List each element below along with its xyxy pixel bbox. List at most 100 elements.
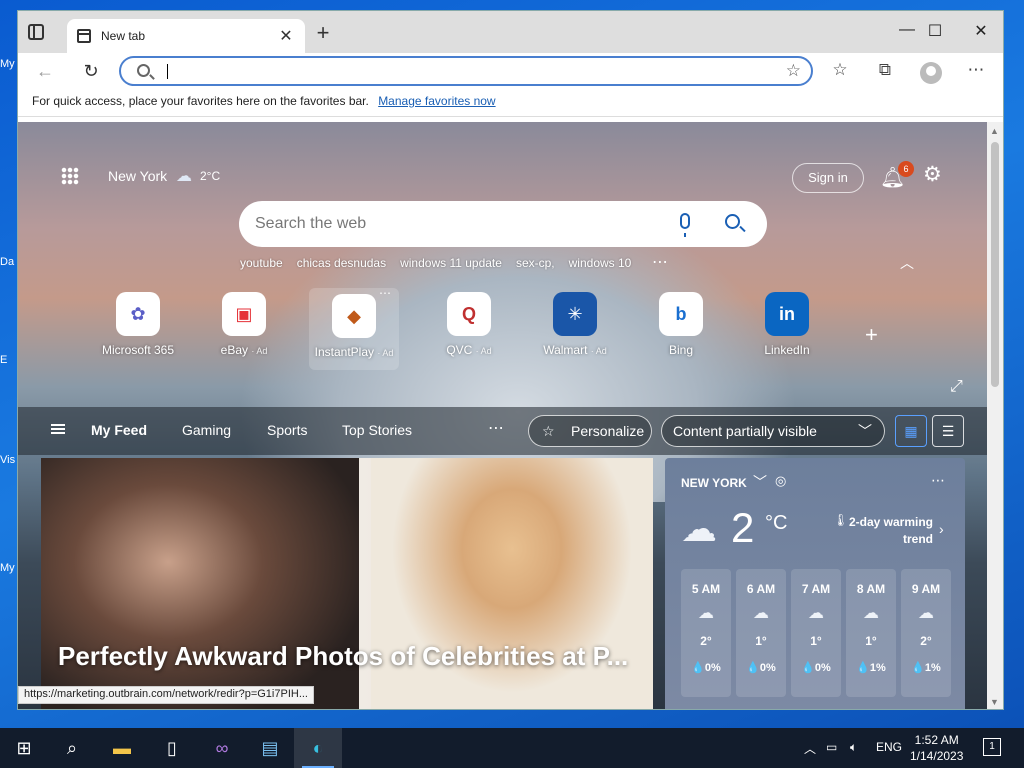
article-headline[interactable]: Perfectly Awkward Photos of Celebrities … [58,638,638,674]
weather-trend[interactable]: 2-day warming trend [833,514,933,548]
language-indicator[interactable]: ENG [876,740,902,754]
featured-article-card[interactable]: Perfectly Awkward Photos of Celebrities … [41,458,653,709]
favorites-bar-hint: For quick access, place your favorites h… [32,94,369,108]
more-icon[interactable]: ⋯ [931,472,945,489]
trending-item[interactable]: chicas desnudas [297,256,386,270]
address-bar[interactable]: ☆ [119,56,813,86]
new-tab-page: New York ☁ 2°C Sign in 🔔︎ 6 ⚙ Search the… [18,122,988,709]
quick-link-walmart[interactable]: ✳ Walmart · Ad [530,292,620,357]
maximize-button[interactable]: ☐ [912,21,958,41]
collections-icon[interactable]: ⧉ [873,60,897,80]
page-scrollbar[interactable]: ▲ ▼ [987,122,1003,709]
chevron-up-icon[interactable]: ︿ [900,253,914,273]
weather-unit: °C [765,512,788,534]
trending-item[interactable]: windows 10 [569,256,632,270]
desktop-label[interactable]: Da [0,256,18,268]
profile-avatar[interactable] [920,62,942,84]
tab-sports[interactable]: Sports [267,422,307,438]
chevron-right-icon[interactable]: › [939,521,944,537]
hourly-item[interactable]: 8 AM ☁ 1° 💧1% [846,569,896,697]
expand-icon[interactable]: ⤢ [950,378,963,396]
hour-time: 9 AM [911,582,941,596]
content-visibility-dropdown[interactable]: Content partially visible ﹀ [661,415,885,447]
desktop-label[interactable]: My [0,562,18,574]
tab-top-stories[interactable]: Top Stories [342,422,412,438]
desktop-label[interactable]: Vis [0,454,18,466]
weather-city[interactable]: NEW YORK [681,476,747,490]
tab-gaming[interactable]: Gaming [182,422,231,438]
favorites-icon[interactable]: ☆ [828,60,852,80]
notepad-icon[interactable]: ▯ [148,728,196,768]
search-icon[interactable]: ⌕ [48,728,96,768]
tab-my-feed[interactable]: My Feed [91,422,147,438]
sign-in-button[interactable]: Sign in [792,163,864,193]
tab-actions-icon[interactable] [28,24,44,40]
add-favorite-icon[interactable]: ☆ [786,61,801,81]
quick-link-instantplay[interactable]: ⋯ ◆ InstantPlay · Ad [309,286,399,370]
personalize-button[interactable]: ☆ Personalize [528,415,652,447]
search-input[interactable]: Search the web [255,215,366,233]
control-panel-icon[interactable]: ▤ [246,728,294,768]
more-icon[interactable]: ⋯ [652,252,668,272]
more-icon[interactable]: ⋯ [379,286,391,300]
trending-item[interactable]: youtube [240,256,283,270]
trending-item[interactable]: windows 11 update [400,256,502,270]
header-temperature[interactable]: 2°C [200,169,220,183]
file-explorer-icon[interactable]: ▬ [98,728,146,768]
scroll-down-icon[interactable]: ▼ [990,697,999,707]
hourly-forecast: 5 AM ☁ 2° 💧0% 6 AM ☁ 1° 💧0% 7 AM ☁ 1° 💧0… [681,569,951,697]
hour-time: 7 AM [801,582,831,596]
quick-link-linkedin[interactable]: in LinkedIn [742,292,832,357]
hourly-item[interactable]: 5 AM ☁ 2° 💧0% [681,569,731,697]
edge-browser-icon[interactable]: ◐ [294,728,342,768]
ad-label: · Ad [377,348,394,358]
weather-card[interactable]: NEW YORK ﹀ ◎ ⋯ ☁ 2 °C 🌡︎ 2-day warming t… [665,458,965,709]
settings-more-icon[interactable]: ⋯ [964,60,988,80]
visual-studio-icon[interactable]: ∞ [198,728,246,768]
scrollbar-thumb[interactable] [991,142,999,387]
quick-link-ebay[interactable]: ▣ eBay · Ad [199,292,289,357]
weather-location[interactable]: New York [108,168,167,184]
manage-favorites-link[interactable]: Manage favorites now [378,94,495,108]
trending-item[interactable]: sex-cp, [516,256,555,270]
app-launcher-icon[interactable] [61,167,79,185]
quick-link-microsoft-365[interactable]: ✿ Microsoft 365 [93,292,183,357]
system-clock[interactable]: 1:52 AM 1/14/2023 [910,732,963,764]
ad-label: · Ad [590,346,607,356]
add-quick-link-icon[interactable]: + [865,322,878,348]
close-window-button[interactable]: ✕ [958,21,1003,41]
quick-link-qvc[interactable]: Q QVC · Ad [424,292,514,357]
taskbar: ⊞ ⌕ ▬ ▯ ∞ ▤ ◐ ︿ ▭ 🔈︎ ENG 1:52 AM 1/14/20… [0,728,1024,768]
tab-new-tab[interactable]: New tab ✕ [67,19,305,53]
list-layout-button[interactable]: ☰ [932,415,964,447]
more-tabs-icon[interactable]: ⋯ [488,418,504,438]
chevron-up-icon[interactable]: ︿ [804,740,816,757]
hourly-item[interactable]: 9 AM ☁ 2° 💧1% [901,569,951,697]
new-tab-button[interactable]: + [311,22,335,44]
quick-link-bing[interactable]: b Bing [636,292,726,357]
scroll-up-icon[interactable]: ▲ [990,126,999,136]
menu-icon[interactable] [51,424,65,434]
volume-icon[interactable]: 🔈︎ [850,740,857,755]
notification-center-button[interactable]: 1 [983,738,1001,756]
hourly-item[interactable]: 6 AM ☁ 1° 💧0% [736,569,786,697]
personalize-label: Personalize [571,423,645,439]
search-icon[interactable] [725,214,740,229]
desktop-label[interactable]: E [0,354,18,366]
hourly-item[interactable]: 7 AM ☁ 1° 💧0% [791,569,841,697]
network-icon[interactable]: ▭ [826,740,837,754]
gear-icon[interactable]: ⚙ [923,162,942,187]
desktop-label[interactable]: My [0,58,18,70]
back-button[interactable]: ← [32,59,58,83]
grid-layout-button[interactable]: ▦ [895,415,927,447]
walmart-icon: ✳ [553,292,597,336]
browser-toolbar: ← ↻ ☆ ☆ ⧉ ⋯ [18,53,1003,89]
chevron-down-icon[interactable]: ﹀ [753,472,767,492]
microphone-icon[interactable] [680,213,690,237]
start-button[interactable]: ⊞ [0,728,48,768]
refresh-button[interactable]: ↻ [78,59,104,83]
globe-icon[interactable]: ◎ [775,473,786,489]
close-tab-icon[interactable]: ✕ [277,26,295,46]
web-search-box[interactable]: Search the web [239,201,767,247]
hour-time: 6 AM [746,582,776,596]
